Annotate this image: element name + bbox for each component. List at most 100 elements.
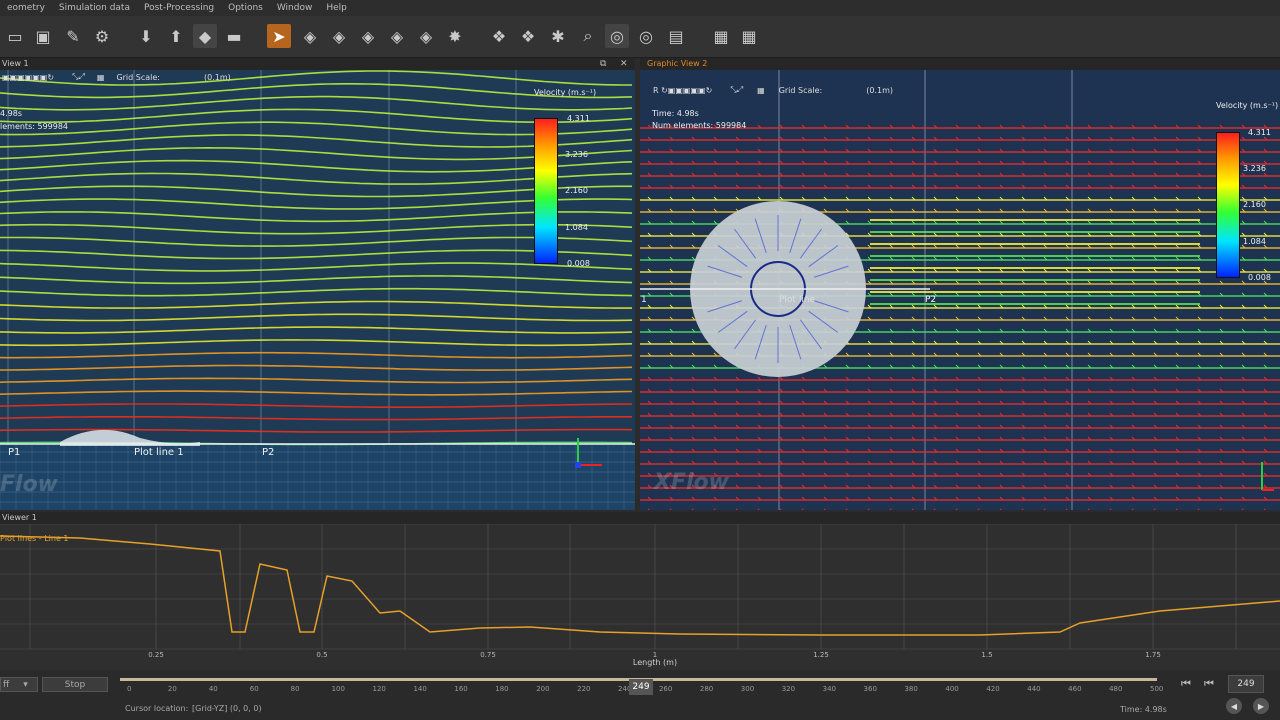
stop-button[interactable]: Stop [42, 677, 108, 692]
colorbar-label: 1.084 [1243, 237, 1266, 246]
plot-x-tick: 0.5 [316, 651, 327, 659]
timeline-tick: 280 [699, 685, 714, 693]
play-backward-icon[interactable]: ◀ [1226, 698, 1242, 714]
save-icon[interactable]: ▣ [31, 24, 55, 48]
view-tool-icons[interactable]: ▣▣▣▣▣▣↻ [2, 73, 54, 82]
gear-icon[interactable]: ⚙ [90, 24, 114, 48]
timeline-tick: 440 [1027, 685, 1041, 693]
timeline-tick: 0 [127, 685, 132, 693]
playback-mode-select[interactable]: ff ▾ [0, 677, 38, 692]
import-icon[interactable]: ⬇ [134, 24, 158, 48]
window-icon[interactable]: ▦ [709, 24, 733, 48]
edit-icon[interactable]: ✎ [61, 24, 85, 48]
graphic-view-1[interactable]: View 1 ⧉ ✕ ▣▣▣▣▣▣↻ ⤡⤢ ▦ Grid Scale: (0.1… [0, 58, 635, 510]
colorbar-label: 2.160 [1243, 200, 1266, 209]
plot-x-tick: 0.75 [480, 651, 496, 659]
point-p1-label: 1 [641, 295, 647, 305]
colorbar-title: Velocity (m.s⁻¹) [1216, 101, 1279, 110]
target-icon[interactable]: ◎ [605, 24, 629, 48]
view2-toolbar: R ↻▣▣▣▣▣↻ ⤡⤢ ▦ Grid Scale: (0.1m) [653, 84, 893, 96]
grid-icon[interactable]: ▦ [757, 86, 765, 95]
velocity-colorbar [1216, 132, 1240, 278]
colorbar-label: 3.236 [1243, 164, 1266, 173]
colorbar-label: 1.084 [565, 223, 588, 232]
colorbar-label: 3.236 [565, 150, 588, 159]
timeline-tick: 320 [781, 685, 796, 693]
timeline-tick: 500 [1150, 685, 1164, 693]
transform-alt-icon[interactable]: ❖ [516, 24, 540, 48]
colorbar-title: Velocity (m.s⁻¹) [534, 88, 597, 97]
clapper-icon[interactable]: ▤ [664, 24, 688, 48]
target-alt-icon[interactable]: ◎ [634, 24, 658, 48]
chevron-down-icon: ▾ [23, 679, 28, 690]
play-forward-icon[interactable]: ▶ [1253, 698, 1269, 714]
timeline-tick: 380 [904, 685, 918, 693]
plot-x-tick: 0.25 [148, 651, 164, 659]
plot-line-label: Plot line 1 [134, 447, 184, 458]
open-icon[interactable]: ▭ [3, 24, 27, 48]
select-edge-icon[interactable]: ◈ [327, 24, 351, 48]
zoom-icon[interactable]: ⌕ [576, 24, 600, 48]
menu-options[interactable]: Options [221, 3, 270, 13]
cube-icon[interactable]: ◆ [193, 24, 217, 48]
graphic-view-2[interactable]: Graphic View 2 R ↻▣▣▣▣▣↻ ⤡⤢ ▦ Grid Scale… [640, 58, 1280, 510]
colorbar-label: 2.160 [565, 186, 588, 195]
select-vertex-icon[interactable]: ◈ [298, 24, 322, 48]
plot-viewer[interactable]: Plot lines - Line 1 Length (m) 0.25 0.5 0.… [0, 523, 1280, 670]
grid-scale-value: (0.1m) [866, 85, 894, 95]
timeline-tick: 360 [863, 685, 877, 693]
xflow-watermark: XFlow [654, 470, 729, 495]
view-tool-icons[interactable]: R ↻▣▣▣▣▣↻ [653, 86, 712, 95]
plot-x-tick: 1.75 [1145, 651, 1161, 659]
grid-scale-label: Grid Scale: [778, 85, 823, 95]
menu-geometry[interactable]: eometry [0, 3, 52, 13]
cursor-location-value: [Grid-YZ] (0, 0, 0) [192, 704, 262, 713]
view2-canvas[interactable] [640, 70, 1280, 510]
select-face-icon[interactable]: ◈ [356, 24, 380, 48]
select-arrow-icon[interactable]: ➤ [267, 24, 291, 48]
window-alt-icon[interactable]: ▦ [737, 24, 761, 48]
menu-simulation-data[interactable]: Simulation data [52, 3, 137, 13]
export-icon[interactable]: ⬆ [164, 24, 188, 48]
timeline-tick: 460 [1068, 685, 1082, 693]
grid-scale-value: (0.1m) [204, 72, 231, 82]
ruler-icon[interactable]: ▬ [222, 24, 246, 48]
timeline-tick: 40 [208, 685, 218, 693]
xflow-watermark: Flow [0, 472, 59, 497]
menu-help[interactable]: Help [319, 3, 354, 13]
view1-toolbar: ▣▣▣▣▣▣↻ ⤡⤢ ▦ Grid Scale: (0.1m) [2, 71, 231, 83]
timeline-tick: 80 [290, 685, 300, 693]
axis-icon[interactable]: ⤡⤢ [730, 85, 743, 95]
menu-post-processing[interactable]: Post-Processing [137, 3, 221, 13]
plot-series-label: Plot lines - Line 1 [0, 534, 69, 543]
frame-input[interactable]: 249 [1228, 675, 1264, 693]
float-icon[interactable]: ⧉ [600, 59, 606, 69]
timeline-tick: 160 [454, 685, 468, 693]
timeline-tick: 100 [331, 685, 345, 693]
step-back-icon[interactable]: ⏮ [1204, 677, 1214, 691]
grid-scale-label: Grid Scale: [116, 72, 160, 82]
close-icon[interactable]: ✕ [620, 59, 628, 69]
timeline-tick: 120 [372, 685, 386, 693]
select-solid-icon[interactable]: ◈ [385, 24, 409, 48]
app-window: eometry Simulation data Post-Processing … [0, 0, 1280, 720]
menu-window[interactable]: Window [270, 3, 320, 13]
colorbar-label: 4.311 [567, 114, 590, 123]
velocity-colorbar [534, 118, 558, 264]
view2-title: Graphic View 2 [640, 58, 1280, 70]
cursor-location-label: Cursor location: [125, 704, 189, 713]
view1-title: View 1 [0, 58, 635, 70]
colorbar-label: 4.311 [1248, 128, 1271, 137]
plot-line-label: Plot line [779, 295, 816, 305]
timeline-tick: 60 [249, 685, 259, 693]
transform-icon[interactable]: ❖ [487, 24, 511, 48]
select-burst-icon[interactable]: ✸ [443, 24, 467, 48]
grid-icon[interactable]: ▦ [97, 73, 105, 82]
select-part-icon[interactable]: ◈ [414, 24, 438, 48]
axis-icon[interactable]: ⤡⤢ [72, 72, 85, 82]
timeline-handle[interactable]: 249 [629, 679, 653, 695]
timeline-tick: 200 [536, 685, 550, 693]
skip-to-start-icon[interactable]: ⏮ [1181, 677, 1191, 691]
wrench-icon[interactable]: ✱ [546, 24, 570, 48]
timeline-tick: 480 [1109, 685, 1123, 693]
